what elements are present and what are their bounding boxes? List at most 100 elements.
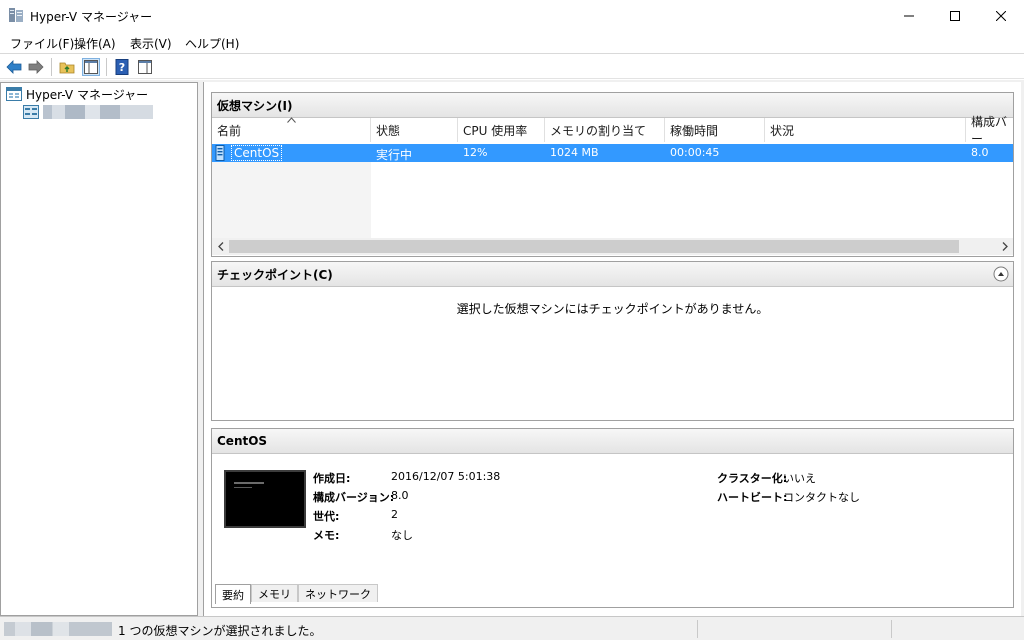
hyperv-manager-icon (6, 87, 22, 101)
help-button[interactable]: ? (113, 58, 131, 76)
server-icon (23, 105, 39, 119)
tab-label: ネットワーク (305, 587, 371, 601)
menu-bar: ファイル(F) 操作(A) 表示(V) ヘルプ(H) (0, 31, 1024, 53)
detail-value: 2 (391, 508, 398, 521)
hyperv-server-icon (9, 8, 23, 22)
detail-value: 8.0 (391, 489, 409, 502)
close-button[interactable] (978, 0, 1024, 31)
scrollbar-thumb[interactable] (229, 240, 959, 253)
forward-arrow-icon (28, 60, 44, 74)
show-hide-action-pane-button[interactable] (136, 58, 154, 76)
svg-text:?: ? (119, 61, 125, 74)
detail-value: 2016/12/07 5:01:38 (391, 470, 501, 483)
menu-view[interactable]: 表示(V) (130, 35, 172, 52)
section-header: チェックポイント(C) (212, 262, 1013, 287)
scroll-right-button[interactable] (996, 238, 1013, 255)
status-message: 1 つの仮想マシンが選択されました。 (118, 624, 322, 638)
column-label: 名前 (217, 123, 242, 138)
forward-button[interactable] (27, 58, 45, 76)
checkpoints-section: チェックポイント(C) 選択した仮想マシンにはチェックポイントがありません。 (211, 261, 1014, 421)
column-label: 状況 (770, 123, 795, 138)
virtual-machines-section: 仮想マシン(I) 名前 状態 CPU 使用率 メモリの割り当て 稼働時間 状況 … (211, 92, 1014, 257)
vm-details-section: CentOS 作成日: 2016/12/07 5:01:38 構成バージョン: … (211, 428, 1014, 608)
menu-action[interactable]: 操作(A) (74, 35, 116, 52)
content-pane: 仮想マシン(I) 名前 状態 CPU 使用率 メモリの割り当て 稼働時間 状況 … (203, 82, 1021, 616)
up-folder-icon (59, 62, 75, 74)
status-divider (697, 620, 698, 638)
detail-label: 構成バージョン: (313, 491, 395, 504)
column-header-memory[interactable]: メモリの割り当て (545, 118, 665, 142)
collapse-icon[interactable] (993, 266, 1009, 282)
minimize-icon (904, 15, 914, 16)
column-header-uptime[interactable]: 稼働時間 (665, 118, 765, 142)
detail-label: メモ: (313, 529, 340, 542)
detail-label: 作成日: (313, 472, 351, 485)
tab-summary[interactable]: 要約 (215, 584, 251, 604)
toolbar-separator (106, 58, 107, 76)
back-button[interactable] (5, 58, 23, 76)
vm-screen-thumbnail[interactable] (224, 470, 306, 528)
tab-memory[interactable]: メモリ (251, 584, 298, 602)
menu-file[interactable]: ファイル(F) (10, 35, 74, 52)
vm-name: CentOS (231, 145, 283, 161)
column-header-name[interactable]: 名前 (212, 117, 371, 142)
column-header-version[interactable]: 構成バー (966, 115, 1013, 146)
column-header-cpu[interactable]: CPU 使用率 (458, 118, 545, 142)
detail-label: クラスター化: (717, 472, 788, 485)
status-divider (891, 620, 892, 638)
section-header: CentOS (212, 429, 1013, 454)
column-label: メモリの割り当て (550, 123, 647, 138)
redacted-host-name (4, 622, 112, 636)
toolbar-separator (51, 58, 52, 76)
redacted-host-name (43, 105, 153, 119)
maximize-icon (950, 10, 960, 21)
detail-value: なし (391, 529, 413, 542)
column-header-state[interactable]: 状態 (371, 118, 458, 142)
column-label: CPU 使用率 (463, 123, 528, 138)
column-header-status[interactable]: 状況 (765, 118, 966, 142)
tab-label: メモリ (258, 587, 291, 601)
empty-list-area (212, 162, 371, 238)
help-icon: ? (115, 59, 129, 75)
column-label: 構成バー (971, 115, 1008, 146)
minimize-button[interactable] (886, 0, 932, 31)
horizontal-scrollbar[interactable] (212, 238, 1013, 255)
vm-version: 8.0 (971, 146, 989, 159)
vm-memory: 1024 MB (550, 146, 599, 159)
detail-value: コンタクトなし (783, 491, 860, 504)
chevron-left-icon (217, 242, 223, 251)
chevron-right-icon (1002, 242, 1008, 251)
navigation-tree: Hyper-V マネージャー (0, 82, 198, 616)
tree-item-hyperv-manager[interactable]: Hyper-V マネージャー (6, 85, 148, 103)
vm-state: 実行中 (376, 148, 413, 162)
detail-label: ハートビート: (717, 491, 788, 504)
column-label: 状態 (376, 123, 401, 138)
vm-uptime: 00:00:45 (670, 146, 720, 159)
detail-label: 世代: (313, 510, 340, 523)
column-label: 稼働時間 (670, 123, 719, 138)
section-title: チェックポイント(C) (217, 267, 333, 282)
sort-ascending-icon (287, 117, 296, 123)
table-row[interactable]: CentOS 実行中 12% 1024 MB 00:00:45 8.0 (212, 144, 1013, 162)
show-hide-action-pane-icon (138, 60, 152, 74)
details-tabs: 要約 メモリ ネットワーク (215, 584, 378, 604)
title-bar: Hyper-V マネージャー (0, 0, 1024, 31)
vm-icon (215, 145, 225, 161)
show-hide-tree-button[interactable] (82, 58, 100, 76)
close-icon (996, 10, 1006, 21)
detail-value: いいえ (783, 472, 816, 485)
toolbar: ? (0, 53, 1024, 79)
scroll-left-button[interactable] (212, 238, 229, 255)
tree-item-label: Hyper-V マネージャー (26, 87, 149, 102)
status-bar: 1 つの仮想マシンが選択されました。 (0, 616, 1024, 640)
maximize-button[interactable] (932, 0, 978, 31)
menu-help[interactable]: ヘルプ(H) (185, 35, 239, 52)
up-folder-button[interactable] (58, 58, 76, 76)
tree-item-host-server[interactable] (23, 103, 153, 121)
back-arrow-icon (6, 60, 22, 74)
tab-network[interactable]: ネットワーク (298, 584, 378, 602)
section-header: 仮想マシン(I) (212, 93, 1013, 118)
vm-cpu: 12% (463, 146, 488, 159)
window-title: Hyper-V マネージャー (30, 10, 153, 24)
show-hide-tree-icon (84, 60, 98, 74)
